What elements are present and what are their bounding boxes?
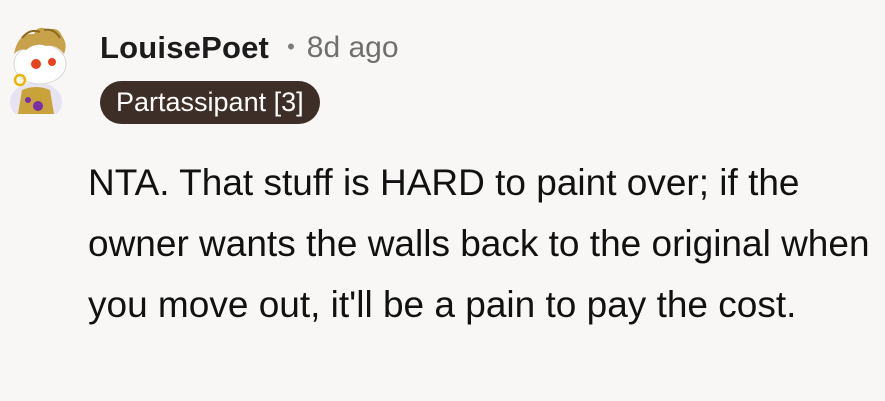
comment-header: LouisePoet • 8d ago xyxy=(100,30,399,66)
timestamp[interactable]: 8d ago xyxy=(307,31,399,65)
user-flair-badge: Partassipant [3] xyxy=(100,81,320,124)
comment-body: NTA. That stuff is HARD to paint over; i… xyxy=(88,162,870,325)
comment: LouisePoet • 8d ago Partassipant [3] NTA… xyxy=(0,0,885,401)
snoo-avatar-icon xyxy=(10,27,67,122)
user-avatar[interactable] xyxy=(0,14,72,122)
meta-separator: • xyxy=(287,34,295,59)
username-link[interactable]: LouisePoet xyxy=(100,30,269,66)
